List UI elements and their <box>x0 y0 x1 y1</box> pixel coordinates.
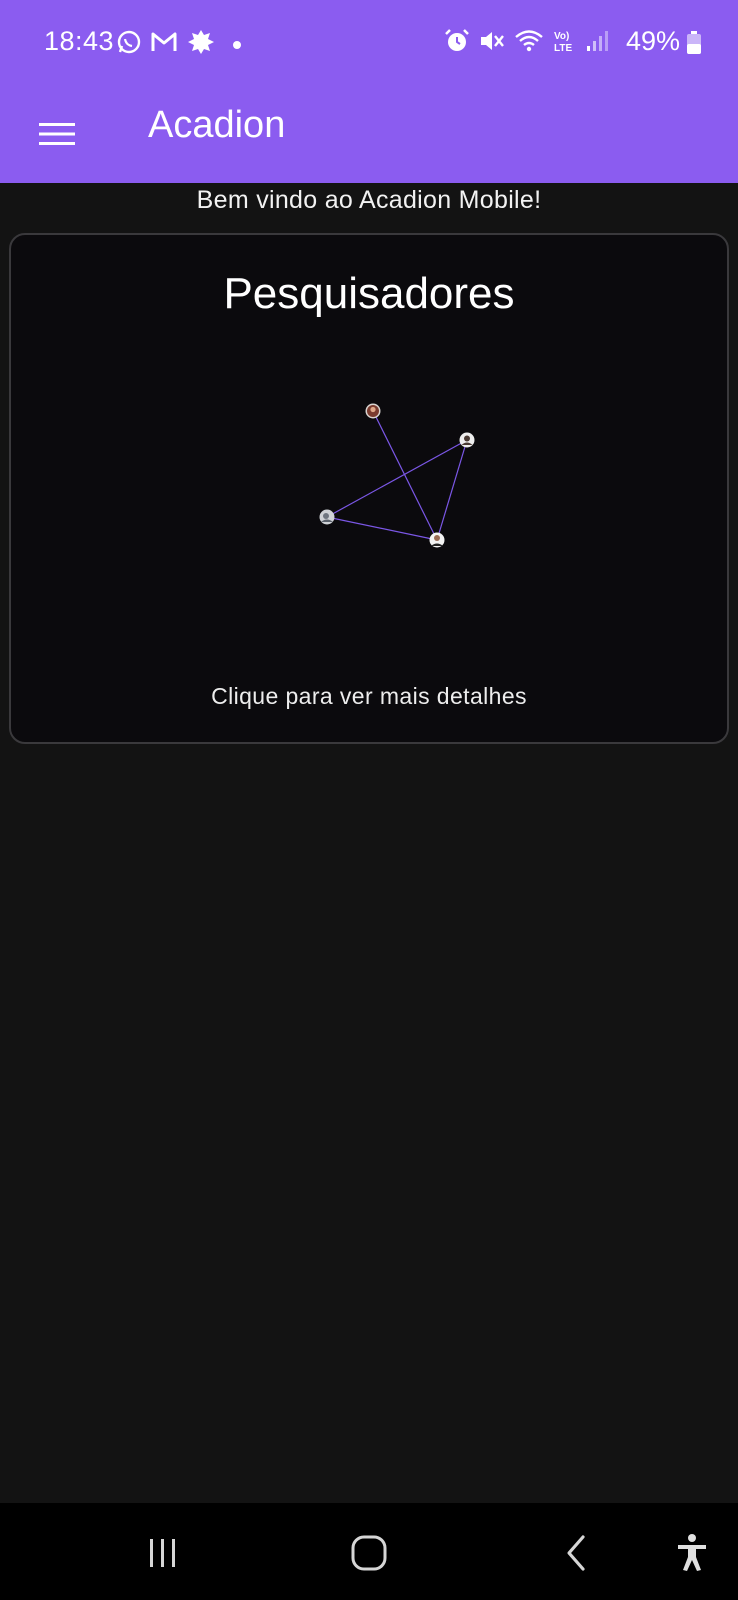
graph-edge <box>436 439 468 541</box>
graph-edge <box>326 516 438 541</box>
svg-text:LTE: LTE <box>554 43 572 54</box>
menu-button[interactable] <box>26 108 88 160</box>
signal-icon <box>587 31 608 51</box>
accessibility-icon <box>678 1534 706 1571</box>
researcher-avatar-node[interactable] <box>319 509 335 525</box>
app-bar: Acadion <box>0 84 738 183</box>
status-bar: 18:43 Vo) LTE 49% <box>0 0 738 84</box>
app-title: Acadion <box>148 104 286 146</box>
battery-icon <box>687 31 701 54</box>
graph-edge <box>326 439 468 518</box>
home-button[interactable] <box>339 1527 399 1579</box>
status-time: 18:43 <box>44 26 115 56</box>
back-button[interactable] <box>546 1527 606 1579</box>
hamburger-menu-icon <box>39 123 75 145</box>
system-navigation-bar <box>0 1503 738 1600</box>
battery-percentage: 49% <box>625 26 680 56</box>
system-icons: Vo) LTE <box>444 28 608 54</box>
researchers-card[interactable]: Pesquisadores Clique para ver mais detal… <box>9 233 729 744</box>
researcher-avatar-node[interactable] <box>365 403 381 419</box>
app-notification-icon <box>188 30 214 54</box>
researcher-avatar-node[interactable] <box>459 432 475 448</box>
wifi-icon <box>515 30 543 52</box>
alarm-icon <box>445 29 469 51</box>
back-icon <box>567 1535 585 1571</box>
graph-edge <box>372 410 438 541</box>
home-icon <box>351 1535 387 1571</box>
gmail-icon <box>151 32 177 51</box>
researcher-avatar-node[interactable] <box>429 532 445 548</box>
whatsapp-icon <box>117 30 141 54</box>
svg-text:Vo): Vo) <box>554 31 569 42</box>
recent-apps-button[interactable] <box>133 1527 193 1579</box>
notification-icons <box>116 28 246 56</box>
volte-icon: Vo) LTE <box>554 31 572 54</box>
researchers-network-graph[interactable] <box>11 235 727 742</box>
mute-icon <box>481 32 504 50</box>
dot-icon <box>233 41 241 49</box>
welcome-message: Bem vindo ao Acadion Mobile! <box>196 186 542 214</box>
card-hint: Clique para ver mais detalhes <box>211 683 527 709</box>
accessibility-button[interactable] <box>662 1527 722 1579</box>
recent-apps-icon <box>150 1539 175 1567</box>
